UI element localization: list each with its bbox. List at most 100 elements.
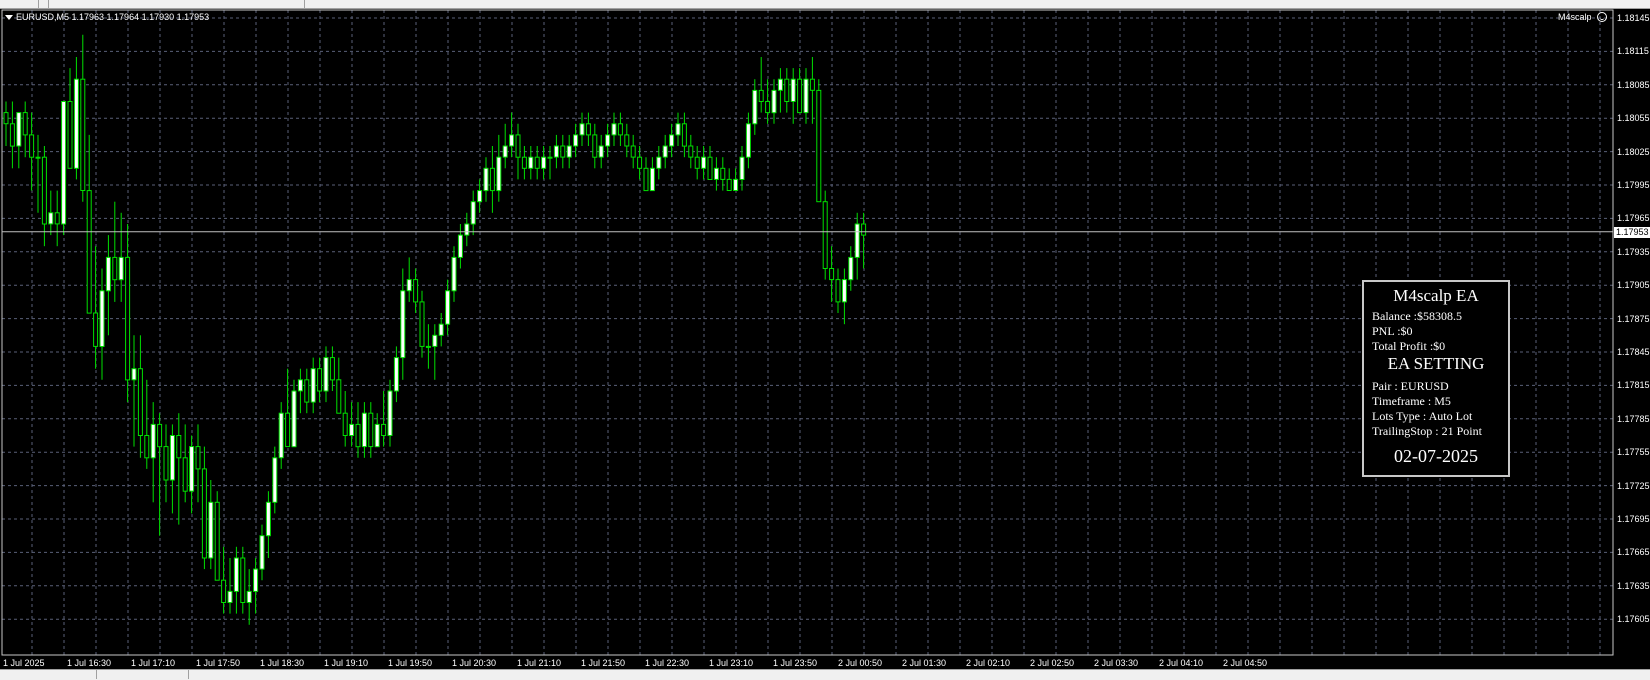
price-axis-label: 1.18055 xyxy=(1617,113,1650,123)
candle-body xyxy=(105,256,111,292)
candle-body xyxy=(381,423,387,436)
candle-body xyxy=(304,379,310,403)
dropdown-triangle-icon[interactable] xyxy=(5,15,13,21)
candle-body xyxy=(624,134,630,147)
candle-body xyxy=(22,112,28,136)
candle-body xyxy=(816,89,822,203)
candle-body xyxy=(835,279,841,303)
candle-body xyxy=(720,167,726,180)
total-profit-label: Total Profit :$0 xyxy=(1372,339,1446,353)
candle-body xyxy=(675,123,681,136)
candle-body xyxy=(240,557,246,603)
candle-body xyxy=(425,345,431,348)
candle-body xyxy=(553,145,559,158)
candle-body xyxy=(854,223,860,258)
price-axis-label: 1.17785 xyxy=(1617,414,1650,424)
candle-body xyxy=(368,412,374,448)
candle-body xyxy=(176,435,182,459)
candle-body xyxy=(585,123,591,136)
candle-body xyxy=(681,123,687,147)
time-axis-label: 1 Jul 19:10 xyxy=(324,658,369,668)
candle-body xyxy=(246,590,252,604)
candle-body xyxy=(195,446,201,470)
expert-advisor-name: M4scalp xyxy=(1558,12,1592,22)
time-axis-label: 1 Jul 20:30 xyxy=(452,658,497,668)
candle-body xyxy=(112,256,118,281)
candle-body xyxy=(765,101,771,114)
candle-body xyxy=(502,145,508,158)
candle-body xyxy=(317,368,323,392)
current-price-tag: 1.17953 xyxy=(1614,227,1650,238)
candle-body xyxy=(144,435,150,459)
candle-body xyxy=(509,134,515,147)
time-axis-label: 1 Jul 17:10 xyxy=(131,658,176,668)
candle-body xyxy=(656,156,662,169)
price-axis-label: 1.18085 xyxy=(1617,80,1650,90)
candle-body xyxy=(733,178,739,191)
time-axis-label: 2 Jul 02:10 xyxy=(966,658,1011,668)
price-axis-label: 1.17755 xyxy=(1617,447,1650,457)
candle-body xyxy=(355,423,361,448)
candle-body xyxy=(611,123,617,136)
chart-tab-bar xyxy=(0,669,1650,680)
candle-body xyxy=(643,167,649,192)
candle-body xyxy=(125,256,131,381)
price-axis-label: 1.17695 xyxy=(1617,514,1650,524)
candle-body xyxy=(777,78,783,91)
candle-body xyxy=(592,134,598,158)
price-axis-label: 1.17635 xyxy=(1617,581,1650,591)
candle-body xyxy=(163,446,169,481)
candle-body xyxy=(457,234,463,258)
candle-body xyxy=(150,423,156,459)
candle-body xyxy=(848,256,854,281)
toolbar-segment xyxy=(0,0,39,8)
candle-body xyxy=(694,156,700,169)
candle-body xyxy=(285,412,291,448)
candle-body xyxy=(80,78,86,191)
price-axis-label: 1.17935 xyxy=(1617,247,1650,257)
ea-smiley-icon[interactable] xyxy=(1597,12,1607,22)
symbol-header: EURUSD,M5 1.17963 1.17964 1.17930 1.1795… xyxy=(5,12,209,22)
candle-body xyxy=(438,323,444,336)
time-axis-label: 1 Jul 23:50 xyxy=(773,658,818,668)
candle-body xyxy=(406,279,412,292)
price-axis-label: 1.17995 xyxy=(1617,180,1650,190)
chart-tab[interactable] xyxy=(0,670,97,679)
time-axis-label: 1 Jul 19:50 xyxy=(388,658,433,668)
toolbar-segment xyxy=(48,0,305,8)
candle-body xyxy=(291,390,297,448)
symbol-header-text: EURUSD,M5 1.17963 1.17964 1.17930 1.1795… xyxy=(16,12,210,22)
price-axis-label: 1.17845 xyxy=(1617,347,1650,357)
chart-tab[interactable] xyxy=(96,670,189,679)
candle-body xyxy=(797,78,803,114)
ea-info-panel: M4scalp EA Balance :$58308.5 PNL :$0 Tot… xyxy=(1362,280,1510,477)
candle-body xyxy=(265,501,271,537)
candle-body xyxy=(758,89,764,103)
candle-body xyxy=(445,290,451,325)
candle-body xyxy=(9,123,15,147)
candle-body xyxy=(534,156,540,169)
candle-body xyxy=(617,123,623,136)
candle-body xyxy=(528,156,534,169)
time-axis-label: 1 Jul 23:10 xyxy=(709,658,754,668)
candle-body xyxy=(649,167,655,192)
candle-body xyxy=(233,557,239,592)
price-axis-label: 1.17965 xyxy=(1617,213,1650,223)
candle-body xyxy=(483,167,489,192)
candle-body xyxy=(707,156,713,180)
time-axis-label: 1 Jul 18:30 xyxy=(260,658,305,668)
candle-body xyxy=(745,123,751,158)
ea-panel-title: M4scalp EA xyxy=(1393,286,1479,305)
candle-body xyxy=(547,156,553,159)
candle-body xyxy=(336,379,342,414)
candle-body xyxy=(464,223,470,236)
candle-body xyxy=(515,134,521,158)
time-axis-label: 1 Jul 2025 xyxy=(3,658,45,668)
candle-body xyxy=(521,156,527,169)
candle-body xyxy=(413,279,419,303)
candle-body xyxy=(29,134,35,158)
candle-body xyxy=(253,568,259,592)
candle-body xyxy=(169,435,175,481)
candle-body xyxy=(349,423,355,436)
time-axis-label: 1 Jul 16:30 xyxy=(67,658,112,668)
